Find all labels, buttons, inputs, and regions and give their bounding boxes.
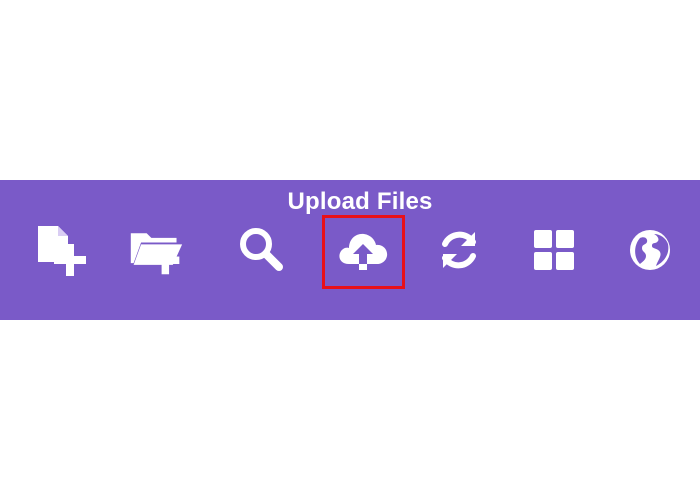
- upload-files-button[interactable]: [335, 222, 391, 278]
- grid-view-button[interactable]: [526, 222, 582, 278]
- refresh-icon: [442, 231, 476, 269]
- page: Upload Files: [0, 0, 700, 500]
- grid-icon: [534, 230, 574, 270]
- folder-plus-icon: [130, 233, 183, 275]
- search-button[interactable]: [233, 222, 289, 278]
- search-icon: [240, 228, 283, 271]
- cloud-upload-icon: [339, 233, 388, 270]
- new-file-button[interactable]: [34, 222, 90, 278]
- browser-button[interactable]: [622, 222, 678, 278]
- globe-icon: [630, 230, 670, 270]
- refresh-button[interactable]: [431, 222, 487, 278]
- new-folder-button[interactable]: [128, 222, 184, 278]
- file-plus-icon: [38, 226, 86, 276]
